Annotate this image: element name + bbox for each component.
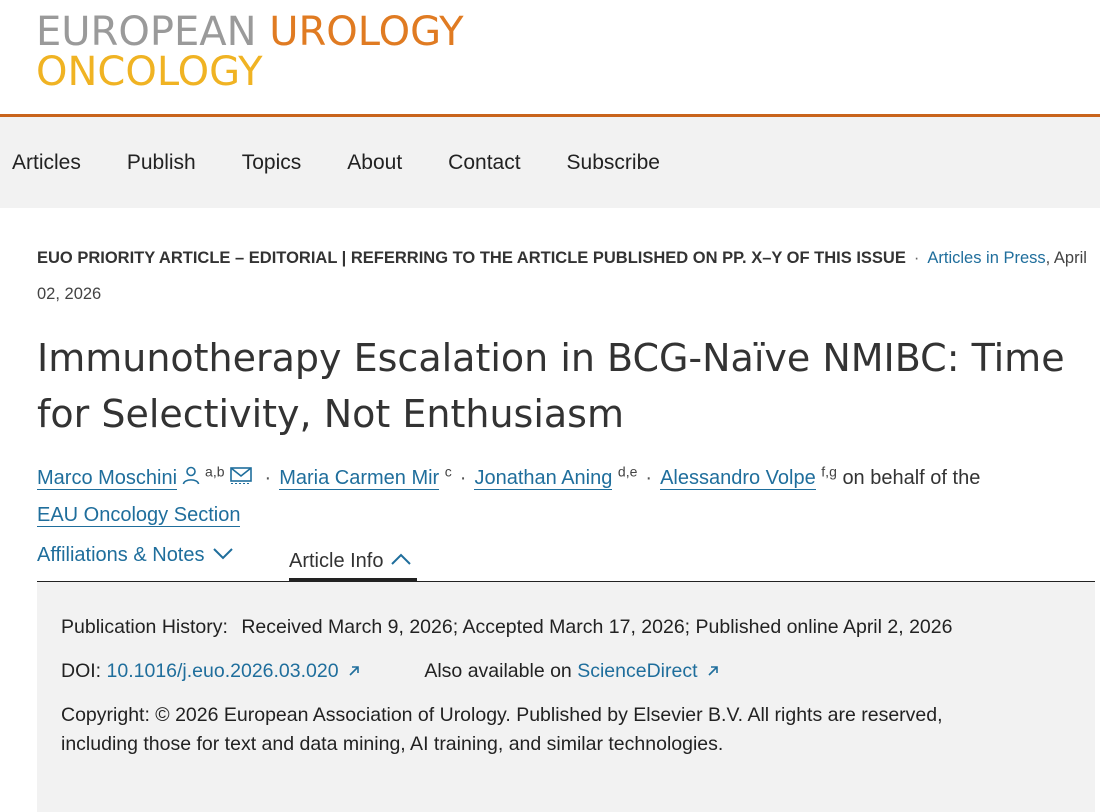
person-icon[interactable] [181, 461, 201, 497]
history-value: Received March 9, 2026; Accepted March 1… [241, 616, 953, 638]
nav-item-topics[interactable]: Topics [242, 151, 302, 175]
chevron-up-icon [383, 550, 413, 573]
journal-logo[interactable]: EUROPEAN UROLOGY ONCOLOGY [36, 12, 464, 92]
nav-item-articles[interactable]: Articles [12, 151, 81, 175]
group-author-link[interactable]: EAU Oncology Section [37, 503, 241, 527]
doi-label: DOI: [61, 660, 102, 682]
article-info-panel: Publication History: Received March 9, 2… [37, 582, 1095, 812]
site-header: EUROPEAN UROLOGY ONCOLOGY [0, 0, 1100, 117]
nav-item-contact[interactable]: Contact [448, 151, 520, 175]
author-name[interactable]: Alessandro Volpe [660, 467, 816, 490]
external-link-icon[interactable] [347, 657, 361, 687]
nav-item-about[interactable]: About [347, 151, 402, 175]
envelope-icon[interactable] [229, 461, 253, 497]
behalf-text: on behalf of the [842, 467, 981, 489]
external-link-icon[interactable] [706, 657, 720, 687]
author-affiliation-sup: a,b [205, 463, 225, 480]
author-affiliation-sup: c [444, 463, 452, 480]
logo-word-oncology: ONCOLOGY [36, 49, 263, 95]
author-affiliation-sup: d,e [617, 463, 638, 480]
tab-affiliations[interactable]: Affiliations & Notes [37, 544, 235, 567]
history-label: Publication History: [61, 616, 228, 638]
doi-row: DOI: 10.1016/j.euo.2026.03.020 Also avai… [61, 656, 1071, 687]
author-list: Marco Moschini a,b · Maria Carmen Mir c · Jon… [37, 460, 1087, 533]
articles-in-press-link[interactable]: Articles in Press [927, 249, 1045, 267]
nav-item-publish[interactable]: Publish [127, 151, 196, 175]
author-name[interactable]: Maria Carmen Mir [279, 467, 440, 490]
kicker-separator: · [913, 249, 920, 267]
author-affiliation-sup: f,g [821, 463, 837, 480]
doi-link[interactable]: 10.1016/j.euo.2026.03.020 [107, 660, 339, 682]
article-header: EUO PRIORITY ARTICLE – EDITORIAL | REFER… [37, 240, 1087, 533]
author-separator: · [264, 467, 272, 489]
tab-article-info[interactable]: Article Info [289, 544, 418, 582]
article-category: EUO PRIORITY ARTICLE – EDITORIAL | REFER… [37, 249, 906, 267]
publication-history: Publication History: Received March 9, 2… [61, 612, 1071, 642]
author-name[interactable]: Jonathan Aning [474, 467, 613, 490]
article-kicker: EUO PRIORITY ARTICLE – EDITORIAL | REFER… [37, 240, 1087, 312]
article-title: Immunotherapy Escalation in BCG-Naïve NM… [37, 336, 1065, 436]
copyright-value: © 2026 European Association of Urology. … [61, 703, 943, 755]
nav-item-subscribe[interactable]: Subscribe [567, 151, 660, 175]
logo-word-urology: UROLOGY [269, 9, 464, 55]
main-nav: Articles Publish Topics About Contact Su… [0, 117, 1100, 208]
author-name[interactable]: Marco Moschini [37, 467, 178, 490]
copyright-row: Copyright: © 2026 European Association o… [61, 701, 1021, 759]
chevron-down-icon [205, 544, 235, 567]
article-tabs: Affiliations & Notes Article Info [37, 540, 1095, 582]
author-separator: · [459, 467, 467, 489]
tab-article-info-label: Article Info [289, 549, 384, 572]
copyright-label: Copyright: [61, 703, 150, 726]
sciencedirect-link[interactable]: ScienceDirect [577, 660, 697, 682]
author-separator: · [645, 467, 653, 489]
also-available-label: Also available on [424, 660, 572, 682]
tab-affiliations-label: Affiliations & Notes [37, 544, 205, 566]
